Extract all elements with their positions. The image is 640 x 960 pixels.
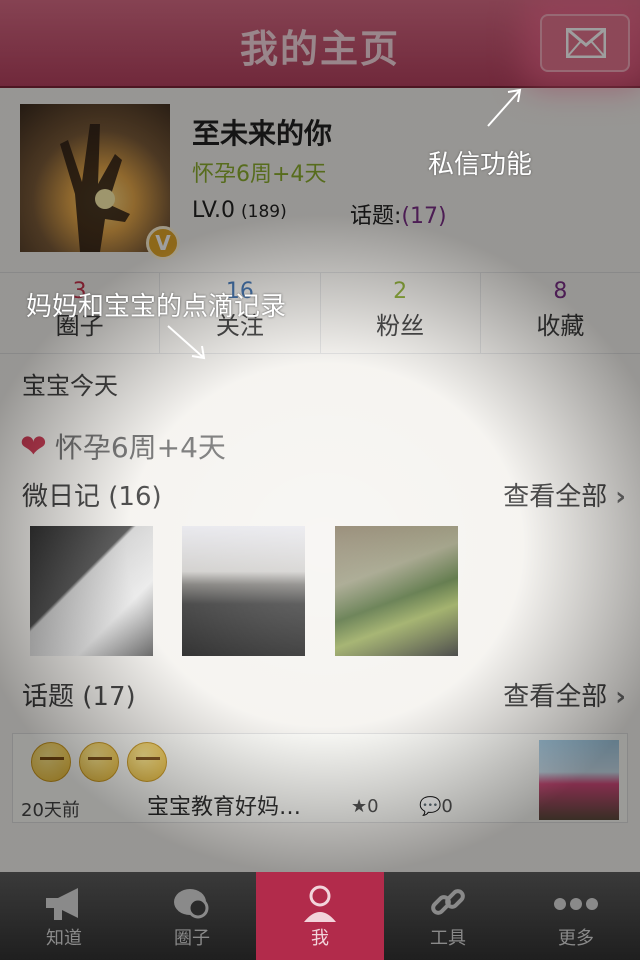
topics-view-all-link[interactable]: 查看全部 › [503, 676, 626, 713]
tab-bar: 知道 圈子 我 工具 更多 [0, 872, 640, 960]
stat-value: 2 [393, 279, 408, 304]
sick-face-icon [127, 742, 167, 782]
pregnancy-day-text: 怀孕6周+4天 [54, 431, 226, 464]
angry-face-icon [31, 742, 71, 782]
stat-value: 8 [553, 279, 568, 304]
megaphone-icon [46, 888, 78, 920]
annotation-arrow-icon [167, 325, 206, 360]
stat-label: 收藏 [536, 312, 585, 340]
diary-photo[interactable] [335, 526, 458, 656]
user-level: LV.0 (189) [192, 198, 287, 223]
topics-count-line[interactable]: 话题:(17) [350, 198, 447, 230]
stat-label: 粉丝 [376, 312, 425, 340]
annotation-arrow-icon [487, 88, 522, 127]
annotation-records: 妈妈和宝宝的点滴记录 [26, 292, 287, 322]
topic-thumbnail [539, 740, 619, 820]
topic-comments: 💬0 [419, 796, 453, 817]
annotation-mail: 私信功能 [428, 150, 533, 180]
view-all-label: 查看全部 [503, 682, 608, 712]
tab-more[interactable]: 更多 [512, 872, 640, 960]
private-message-button[interactable] [540, 14, 630, 72]
stat-fans[interactable]: 2 粉丝 [321, 273, 481, 353]
pregnancy-day-row: ❤ 怀孕6周+4天 [20, 426, 226, 466]
level-value: LV.0 [192, 198, 236, 223]
more-dots-icon [554, 898, 598, 910]
tab-label: 我 [311, 928, 329, 949]
topic-card[interactable]: 20天前 宝宝教育好妈… ★0 💬0 [12, 733, 628, 823]
section-title-today: 宝宝今天 [22, 372, 118, 400]
tab-label: 更多 [558, 928, 594, 949]
topics-label: 话题: [350, 204, 402, 229]
username: 至未来的你 [192, 117, 333, 150]
header-bar: 我的主页 [0, 0, 640, 88]
tab-label: 圈子 [174, 928, 210, 949]
topic-title: 宝宝教育好妈… [147, 795, 302, 820]
diary-photo[interactable] [30, 526, 153, 656]
topics-title: 话题 (17) [22, 682, 136, 712]
verified-badge: V [146, 226, 180, 260]
tab-label: 知道 [46, 928, 82, 949]
mask-face-icon [79, 742, 119, 782]
hand-silhouette-icon [60, 124, 130, 252]
pregnancy-status: 怀孕6周+4天 [192, 162, 327, 187]
tab-tools[interactable]: 工具 [384, 872, 512, 960]
envelope-icon [566, 28, 606, 58]
topics-count: (17) [401, 204, 447, 229]
chevron-right-icon: › [615, 482, 626, 512]
person-icon [304, 885, 336, 922]
level-points: (189) [241, 202, 287, 222]
topic-stars: ★0 [351, 796, 379, 817]
tab-me[interactable]: 我 [256, 872, 384, 960]
comment-count: 0 [441, 796, 453, 817]
chat-bubble-icon [174, 889, 209, 919]
diary-photo[interactable] [182, 526, 305, 656]
chain-link-icon [431, 889, 465, 915]
heart-icon: ❤ [20, 427, 47, 465]
comment-icon: 💬 [419, 796, 442, 817]
topic-time: 20天前 [21, 800, 80, 821]
tab-know[interactable]: 知道 [0, 872, 128, 960]
view-all-label: 查看全部 [503, 482, 608, 512]
star-count: 0 [367, 796, 379, 817]
chevron-right-icon: › [615, 682, 626, 712]
diary-title: 微日记 (16) [22, 482, 162, 512]
diary-view-all-link[interactable]: 查看全部 › [503, 476, 626, 513]
stat-favorites[interactable]: 8 收藏 [481, 273, 640, 353]
tab-circles[interactable]: 圈子 [128, 872, 256, 960]
avatar[interactable] [20, 104, 170, 252]
star-icon: ★ [351, 796, 368, 817]
tab-label: 工具 [430, 928, 466, 949]
